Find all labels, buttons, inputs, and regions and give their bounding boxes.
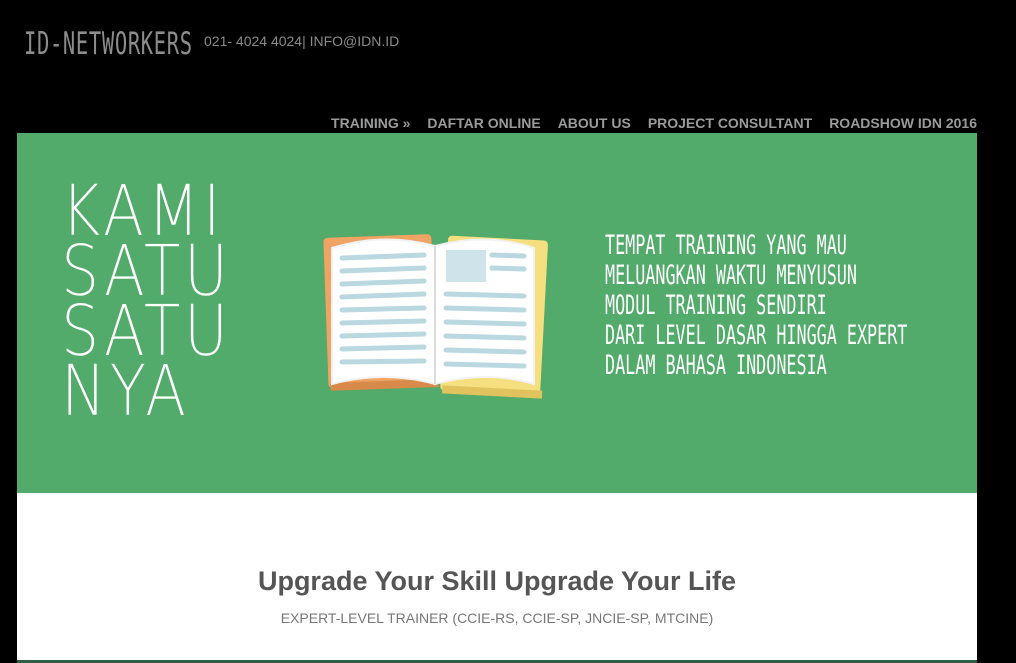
section-subheading: EXPERT-LEVEL TRAINER (CCIE-RS, CCIE-SP, … [280,610,714,626]
nav-training[interactable]: TRAINING » [331,115,410,131]
page-line [339,265,427,274]
hero-tagline-line: DALAM BAHASA INDONESIA [605,350,827,381]
nav-roadshow[interactable]: ROADSHOW IDN 2016 [829,115,977,131]
hero-title: KAMI SATU SATU NYA [61,176,242,427]
hero-tagline: TEMPAT TRAINING YANG MAU MELUANGKAN WAKT… [605,231,907,381]
page-line [339,358,427,365]
hero-tagline-line: TEMPAT TRAINING YANG MAU [605,230,847,261]
page-line [339,305,427,313]
hero-tagline-line: MODUL TRAINING SENDIRI [605,290,827,321]
page-line [339,252,427,261]
contact-info: 021- 4024 4024| INFO@IDN.ID [204,33,400,49]
main-nav: TRAINING » DAFTAR ONLINE ABOUT US PROJEC… [331,115,977,131]
nav-about-us[interactable]: ABOUT US [558,115,631,131]
open-book-icon [323,234,548,399]
hero-banner: KAMI SATU SATU NYA TEMPAT TRAINING YANG … [17,133,977,493]
page-line [489,252,527,259]
hero-tagline-line: DARI LEVEL DASAR HINGGA EXPERT [605,320,908,351]
page-picture-block [446,250,486,282]
page-line [489,265,527,272]
page-line [443,361,527,369]
top-header: ID-NETWORKERS 021- 4024 4024| INFO@IDN.I… [0,0,1016,133]
intro-section: Upgrade Your Skill Upgrade Your Life EXP… [17,493,977,663]
page-line [339,291,427,300]
page-line [339,331,427,339]
page-line [339,278,427,287]
page-line [443,347,527,355]
nav-daftar-online[interactable]: DAFTAR ONLINE [427,115,540,131]
site-logo[interactable]: ID-NETWORKERS [24,26,193,62]
section-headline: Upgrade Your Skill Upgrade Your Life [257,566,737,596]
page-line [443,333,527,341]
page-line [443,319,527,327]
page-line [443,305,527,313]
nav-project-consultant[interactable]: PROJECT CONSULTANT [648,115,812,131]
page-line [443,291,527,299]
page-line [339,318,427,326]
hero-tagline-line: MELUANGKAN WAKTU MENYUSUN [605,260,857,291]
page-line [339,344,427,352]
